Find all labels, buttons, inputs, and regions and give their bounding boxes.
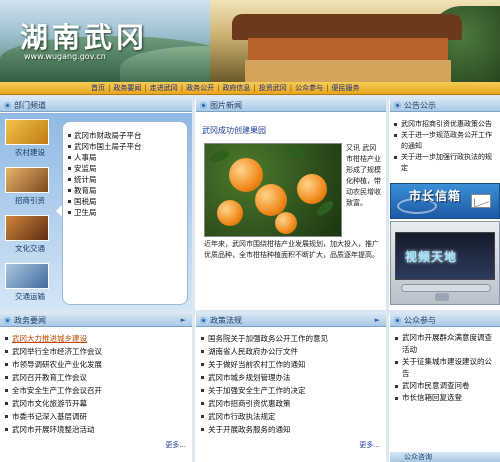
list-item[interactable]: 武冈市城乡规划管理办法 (200, 371, 382, 384)
envelope-icon (471, 194, 491, 208)
temple-roof-image (232, 14, 462, 40)
list-item[interactable]: 市委书记深入基层调研 (4, 410, 188, 423)
news-side-text: 又讯 武冈市柑桔产业形成了规模化种植，带动农民增收致富。 (346, 144, 381, 207)
dept-icon-rural[interactable]: 农村建设 (2, 117, 52, 161)
bottom-mid-list: 国务院关于加强政务公开工作的意见 湖南省人民政府办公厅文件 关于做好当前农村工作… (196, 328, 386, 452)
book-icon (5, 119, 49, 145)
dept-item[interactable]: 国税局 (67, 196, 183, 207)
dept-item[interactable]: 安监局 (67, 163, 183, 174)
dept-item[interactable]: 人事局 (67, 152, 183, 163)
dept-icon-culture[interactable]: 文化交通 (2, 213, 52, 257)
bottom-right-list: 武冈市开展群众满意度调查活动 关于征集城市建设建议的公告 武冈市民意调查问卷 市… (390, 328, 500, 448)
list-item[interactable]: 武冈市开展群众满意度调查活动 (394, 332, 496, 356)
list-item[interactable]: 市领导调研农业产业化发展 (4, 358, 188, 371)
dept-item[interactable]: 卫生局 (67, 207, 183, 218)
list-item[interactable]: 湖南省人民政府办公厅文件 (200, 345, 382, 358)
section-icon (200, 316, 207, 324)
video-world-player[interactable]: 视频天地 (390, 221, 500, 305)
list-item[interactable]: 市长信箱回复选登 (394, 392, 496, 404)
more-link[interactable]: 更多... (359, 440, 380, 450)
nav-service[interactable]: 便民服务 (329, 83, 363, 93)
list-item[interactable]: 武冈召开教育工作会议 (4, 371, 188, 384)
page: 湖南武冈 www.wugang.gov.cn 首页 | 政务要闻 | 走进武冈 | 政… (0, 0, 500, 462)
video-control-knob[interactable] (435, 293, 449, 301)
notice-item[interactable]: 武冈市招商引资优惠政策公告 (394, 119, 496, 130)
list-item[interactable]: 武冈市招商引资优惠政策 (200, 397, 382, 410)
nav-about[interactable]: 走进武冈 (147, 83, 181, 93)
news-body-text: 近年来，武冈市围绕柑桔产业发展规划，加大投入，推广优质品种，全市柑桔种植面积不断… (204, 240, 379, 259)
dept-header: 部门频道 (0, 99, 192, 112)
list-item[interactable]: 武冈举行全市经济工作会议 (4, 345, 188, 358)
section-icon (4, 101, 11, 109)
bottom-left-list: 武冈大力推进城乡建设 武冈举行全市经济工作会议 市领导调研农业产业化发展 武冈召… (0, 328, 192, 452)
more-link[interactable]: 更多... (165, 440, 186, 450)
road-icon (5, 263, 49, 289)
list-item[interactable]: 关于征集城市建设建议的公告 (394, 356, 496, 380)
dept-item[interactable]: 武冈市财政局子平台 (67, 130, 183, 141)
nav-invest[interactable]: 投资武冈 (256, 83, 290, 93)
list-item[interactable]: 武冈市开展环境整治活动 (4, 423, 188, 436)
notice-header: 公告公示 (390, 99, 500, 112)
nav-participate[interactable]: 公众参与 (292, 83, 326, 93)
bottom-right-header: 公众参与 (390, 314, 500, 327)
video-progress-bar[interactable] (401, 284, 491, 292)
mayor-mailbox-button[interactable]: 市长信箱 (390, 183, 500, 219)
list-item[interactable]: 武冈市行政执法规定 (200, 410, 382, 423)
list-item[interactable]: 武冈大力推进城乡建设 (4, 332, 188, 345)
dept-item[interactable]: 统计局 (67, 174, 183, 185)
site-url: www.wugang.gov.cn (24, 52, 106, 61)
main-nav: 首页 | 政务要闻 | 走进武冈 | 政务公开 | 政府信息 | 投资武冈 | 公众参与 | … (0, 82, 500, 95)
nav-info[interactable]: 政府信息 (219, 83, 253, 93)
dept-channel: 农村建设 招商引资 文化交通 交通运输 武冈市财政局子平台 武冈市国土局子平台 … (0, 113, 192, 310)
site-title: 湖南武冈 (20, 21, 149, 54)
picture-news: 武冈成功创建果园 又讯 武冈市柑桔产业形成了规模化种植，带动农民增收致富。 近年… (196, 113, 386, 310)
orange-photo[interactable] (204, 143, 342, 237)
bottom-left-header: 政务要闻 ► (0, 314, 192, 327)
notice-list: 武冈市招商引资优惠政策公告 关于进一步规范政务公开工作的通知 关于进一步加强行政… (390, 113, 500, 183)
list-item[interactable]: 武冈市民意调查问卷 (394, 380, 496, 392)
section-icon (394, 316, 401, 324)
list-item[interactable]: 国务院关于加强政务公开工作的意见 (200, 332, 382, 345)
building-icon (5, 215, 49, 241)
list-item[interactable]: 关于做好当前农村工作的通知 (200, 358, 382, 371)
hand-icon (5, 167, 49, 193)
dept-icon-invest[interactable]: 招商引资 (2, 165, 52, 209)
dept-item[interactable]: 教育局 (67, 185, 183, 196)
site-banner: 湖南武冈 www.wugang.gov.cn (0, 0, 500, 82)
notice-item[interactable]: 关于进一步加强行政执法的规定 (394, 152, 496, 174)
dept-item[interactable]: 武冈市国土局子平台 (67, 141, 183, 152)
notice-item[interactable]: 关于进一步规范政务公开工作的通知 (394, 130, 496, 152)
dept-icon-transport[interactable]: 交通运输 (2, 261, 52, 305)
chevron-right-icon: ► (374, 316, 380, 324)
nav-news[interactable]: 政务要闻 (110, 83, 144, 93)
nav-home[interactable]: 首页 (88, 83, 108, 93)
news-headline[interactable]: 武冈成功创建果园 (202, 125, 266, 136)
list-item[interactable]: 武冈市文化旅游节开幕 (4, 397, 188, 410)
section-icon (4, 316, 11, 324)
section-icon (200, 101, 207, 109)
news-header: 图片新闻 (196, 99, 386, 112)
dept-list: 武冈市财政局子平台 武冈市国土局子平台 人事局 安监局 统计局 教育局 国税局 … (62, 121, 188, 305)
consult-header[interactable]: 公众咨询 (390, 452, 500, 462)
list-item[interactable]: 关于加强安全生产工作的决定 (200, 384, 382, 397)
list-item[interactable]: 关于开展政务服务的通知 (200, 423, 382, 436)
list-item[interactable]: 全市安全生产工作会议召开 (4, 384, 188, 397)
section-icon (394, 101, 401, 109)
chevron-right-icon: ► (180, 316, 186, 324)
nav-public[interactable]: 政务公开 (183, 83, 217, 93)
bottom-mid-header: 政策法规 ► (196, 314, 386, 327)
